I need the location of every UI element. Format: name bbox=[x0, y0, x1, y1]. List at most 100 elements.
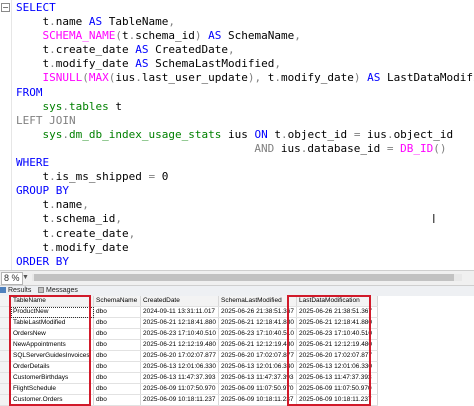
code-line[interactable]: FROM bbox=[16, 86, 474, 100]
cell-lastdatamodification[interactable]: 2025-06-21 12:18:41.880 bbox=[296, 317, 379, 329]
cell-createddate[interactable]: 2025-06-13 11:47:37.393 bbox=[140, 372, 220, 384]
cell-schemalastmodified[interactable]: 2025-06-13 12:01:06.330 bbox=[218, 361, 298, 373]
cell-createddate[interactable]: 2025-06-23 17:10:40.510 bbox=[140, 328, 220, 340]
column-header-schemaname[interactable]: SchemaName bbox=[93, 296, 141, 307]
cell-createddate[interactable]: 2025-06-09 10:18:11.237 bbox=[140, 394, 220, 406]
code-line[interactable]: t.create_date, bbox=[16, 227, 474, 241]
row-number-header[interactable] bbox=[0, 296, 11, 307]
row-header[interactable] bbox=[0, 394, 11, 406]
cell-tablename[interactable]: CustomerBirthdays bbox=[10, 372, 94, 384]
row-header[interactable] bbox=[0, 317, 11, 329]
table-row[interactable]: SQLServerGuidesInvoices dbo 2025-06-20 17:… bbox=[0, 350, 379, 362]
code-line[interactable]: SELECT bbox=[16, 1, 474, 15]
cell-schemaname[interactable]: dbo bbox=[93, 328, 141, 340]
horizontal-scrollbar[interactable] bbox=[32, 274, 462, 281]
column-header-lastdatamodification[interactable]: LastDataModification bbox=[296, 296, 379, 307]
cell-lastdatamodification[interactable]: 2025-06-09 11:07:50.970 bbox=[296, 383, 379, 395]
code-line[interactable]: sys.tables t bbox=[16, 100, 474, 114]
cell-schemaname[interactable]: dbo bbox=[93, 383, 141, 395]
row-header[interactable] bbox=[0, 328, 11, 340]
code-line[interactable]: GROUP BY bbox=[16, 184, 474, 198]
row-header[interactable] bbox=[0, 306, 11, 318]
sql-code[interactable]: SELECT t.name AS TableName, SCHEMA_NAME(… bbox=[16, 1, 474, 270]
table-row[interactable]: CustomerBirthdays dbo 2025-06-13 11:47:37.… bbox=[0, 372, 379, 384]
column-header-tablename[interactable]: TableName bbox=[10, 296, 94, 307]
cell-tablename[interactable]: NewAppointments bbox=[10, 339, 94, 351]
cell-createddate[interactable]: 2025-06-21 12:18:41.880 bbox=[140, 317, 220, 329]
code-line[interactable]: sys.dm_db_index_usage_stats ius ON t.obj… bbox=[16, 128, 474, 142]
cell-schemaname[interactable]: dbo bbox=[93, 361, 141, 373]
cell-schemaname[interactable]: dbo bbox=[93, 394, 141, 406]
scrollbar-thumb[interactable] bbox=[34, 274, 454, 281]
cell-schemalastmodified[interactable]: 2025-06-09 10:18:11.237 bbox=[218, 394, 298, 406]
cell-schemalastmodified[interactable]: 2025-06-21 12:12:19.480 bbox=[218, 339, 298, 351]
code-line[interactable]: LEFT JOIN bbox=[16, 114, 474, 128]
code-line[interactable]: SCHEMA_NAME(t.schema_id) AS SchemaName, bbox=[16, 29, 474, 43]
cell-lastdatamodification[interactable]: 2025-06-20 17:02:07.877 bbox=[296, 350, 379, 362]
tab-messages[interactable]: Messages bbox=[38, 286, 78, 296]
row-header[interactable] bbox=[0, 383, 11, 395]
row-header[interactable] bbox=[0, 372, 11, 384]
chevron-down-icon[interactable]: ▼ bbox=[22, 271, 29, 285]
cell-lastdatamodification[interactable]: 2025-06-09 10:18:11.237 bbox=[296, 394, 379, 406]
cell-schemaname[interactable]: dbo bbox=[93, 339, 141, 351]
cell-lastdatamodification[interactable]: 2025-06-23 17:10:40.510 bbox=[296, 328, 379, 340]
cell-schemalastmodified[interactable]: 2025-06-09 11:07:50.970 bbox=[218, 383, 298, 395]
cell-tablename[interactable]: FlightSchedule bbox=[10, 383, 94, 395]
cell-schemaname[interactable]: dbo bbox=[93, 317, 141, 329]
table-row[interactable]: OrdersNew dbo 2025-06-23 17:10:40.510 2025-… bbox=[0, 328, 379, 340]
cell-schemaname[interactable]: dbo bbox=[93, 306, 141, 318]
zoom-select[interactable]: 8 % bbox=[1, 272, 23, 285]
code-line[interactable]: t.name AS TableName, bbox=[16, 15, 474, 29]
column-header-schemalastmodified[interactable]: SchemaLastModified bbox=[218, 296, 298, 307]
cell-tablename[interactable]: OrderDetails bbox=[10, 361, 94, 373]
code-token: SchemaName bbox=[221, 29, 295, 43]
cell-tablename[interactable]: OrdersNew bbox=[10, 328, 94, 340]
cell-tablename[interactable]: Customer.Orders bbox=[10, 394, 94, 406]
tab-results[interactable]: Results bbox=[0, 286, 31, 296]
cell-schemalastmodified[interactable]: 2025-06-26 21:38:51.367 bbox=[218, 306, 298, 318]
cell-tablename[interactable]: TableLastModified bbox=[10, 317, 94, 329]
code-line[interactable]: t.modify_date bbox=[16, 241, 474, 255]
code-line[interactable]: t.create_date AS CreatedDate, bbox=[16, 43, 474, 57]
cell-schemalastmodified[interactable]: 2025-06-21 12:18:41.880 bbox=[218, 317, 298, 329]
code-line[interactable]: ISNULL(MAX(ius.last_user_update), t.modi… bbox=[16, 71, 474, 85]
code-token: WHERE bbox=[16, 156, 50, 170]
table-row[interactable]: ProductNew dbo 2024-09-11 13:31:11.017 2025… bbox=[0, 306, 379, 318]
cell-lastdatamodification[interactable]: 2025-06-13 11:47:37.393 bbox=[296, 372, 379, 384]
cell-createddate[interactable]: 2024-09-11 13:31:11.017 bbox=[140, 306, 220, 318]
cell-lastdatamodification[interactable]: 2025-06-13 12:01:06.330 bbox=[296, 361, 379, 373]
code-line[interactable]: WHERE bbox=[16, 156, 474, 170]
table-row[interactable]: Customer.Orders dbo 2025-06-09 10:18:11.23… bbox=[0, 394, 379, 406]
cell-schemaname[interactable]: dbo bbox=[93, 372, 141, 384]
results-grid[interactable]: TableName SchemaName CreatedDate SchemaL… bbox=[0, 296, 474, 406]
row-header[interactable] bbox=[0, 350, 11, 362]
collapse-select-icon[interactable]: − bbox=[1, 3, 10, 12]
query-editor[interactable]: − SELECT t.name AS TableName, SCHEMA_NAM… bbox=[0, 0, 474, 270]
cell-tablename[interactable]: SQLServerGuidesInvoices bbox=[10, 350, 94, 362]
row-header[interactable] bbox=[0, 361, 11, 373]
cell-schemalastmodified[interactable]: 2025-06-20 17:02:07.877 bbox=[218, 350, 298, 362]
code-line[interactable]: t.is_ms_shipped = 0 bbox=[16, 170, 474, 184]
cell-createddate[interactable]: 2025-06-09 11:07:50.970 bbox=[140, 383, 220, 395]
table-row[interactable]: FlightSchedule dbo 2025-06-09 11:07:50.970… bbox=[0, 383, 379, 395]
cell-lastdatamodification[interactable]: 2025-06-21 12:12:19.480 bbox=[296, 339, 379, 351]
row-header[interactable] bbox=[0, 339, 11, 351]
code-line[interactable]: t.name, bbox=[16, 198, 474, 212]
code-line[interactable]: t.schema_id, bbox=[16, 212, 474, 226]
cell-createddate[interactable]: 2025-06-13 12:01:06.330 bbox=[140, 361, 220, 373]
code-line[interactable]: t.modify_date AS SchemaLastModified, bbox=[16, 57, 474, 71]
cell-lastdatamodification[interactable]: 2025-06-26 21:38:51.367 bbox=[296, 306, 379, 318]
column-header-createddate[interactable]: CreatedDate bbox=[140, 296, 220, 307]
cell-tablename[interactable]: ProductNew bbox=[10, 306, 94, 318]
code-line[interactable]: ORDER BY bbox=[16, 255, 474, 269]
table-row[interactable]: OrderDetails dbo 2025-06-13 12:01:06.330 20… bbox=[0, 361, 379, 373]
table-row[interactable]: NewAppointments dbo 2025-06-21 12:12:19.48… bbox=[0, 339, 379, 351]
cell-createddate[interactable]: 2025-06-20 17:02:07.877 bbox=[140, 350, 220, 362]
cell-schemaname[interactable]: dbo bbox=[93, 350, 141, 362]
cell-schemalastmodified[interactable]: 2025-06-23 17:10:40.510 bbox=[218, 328, 298, 340]
cell-schemalastmodified[interactable]: 2025-06-13 11:47:37.393 bbox=[218, 372, 298, 384]
code-line[interactable]: AND ius.database_id = DB_ID() bbox=[16, 142, 474, 156]
cell-createddate[interactable]: 2025-06-21 12:12:19.480 bbox=[140, 339, 220, 351]
table-row[interactable]: TableLastModified dbo 2025-06-21 12:18:41.… bbox=[0, 317, 379, 329]
